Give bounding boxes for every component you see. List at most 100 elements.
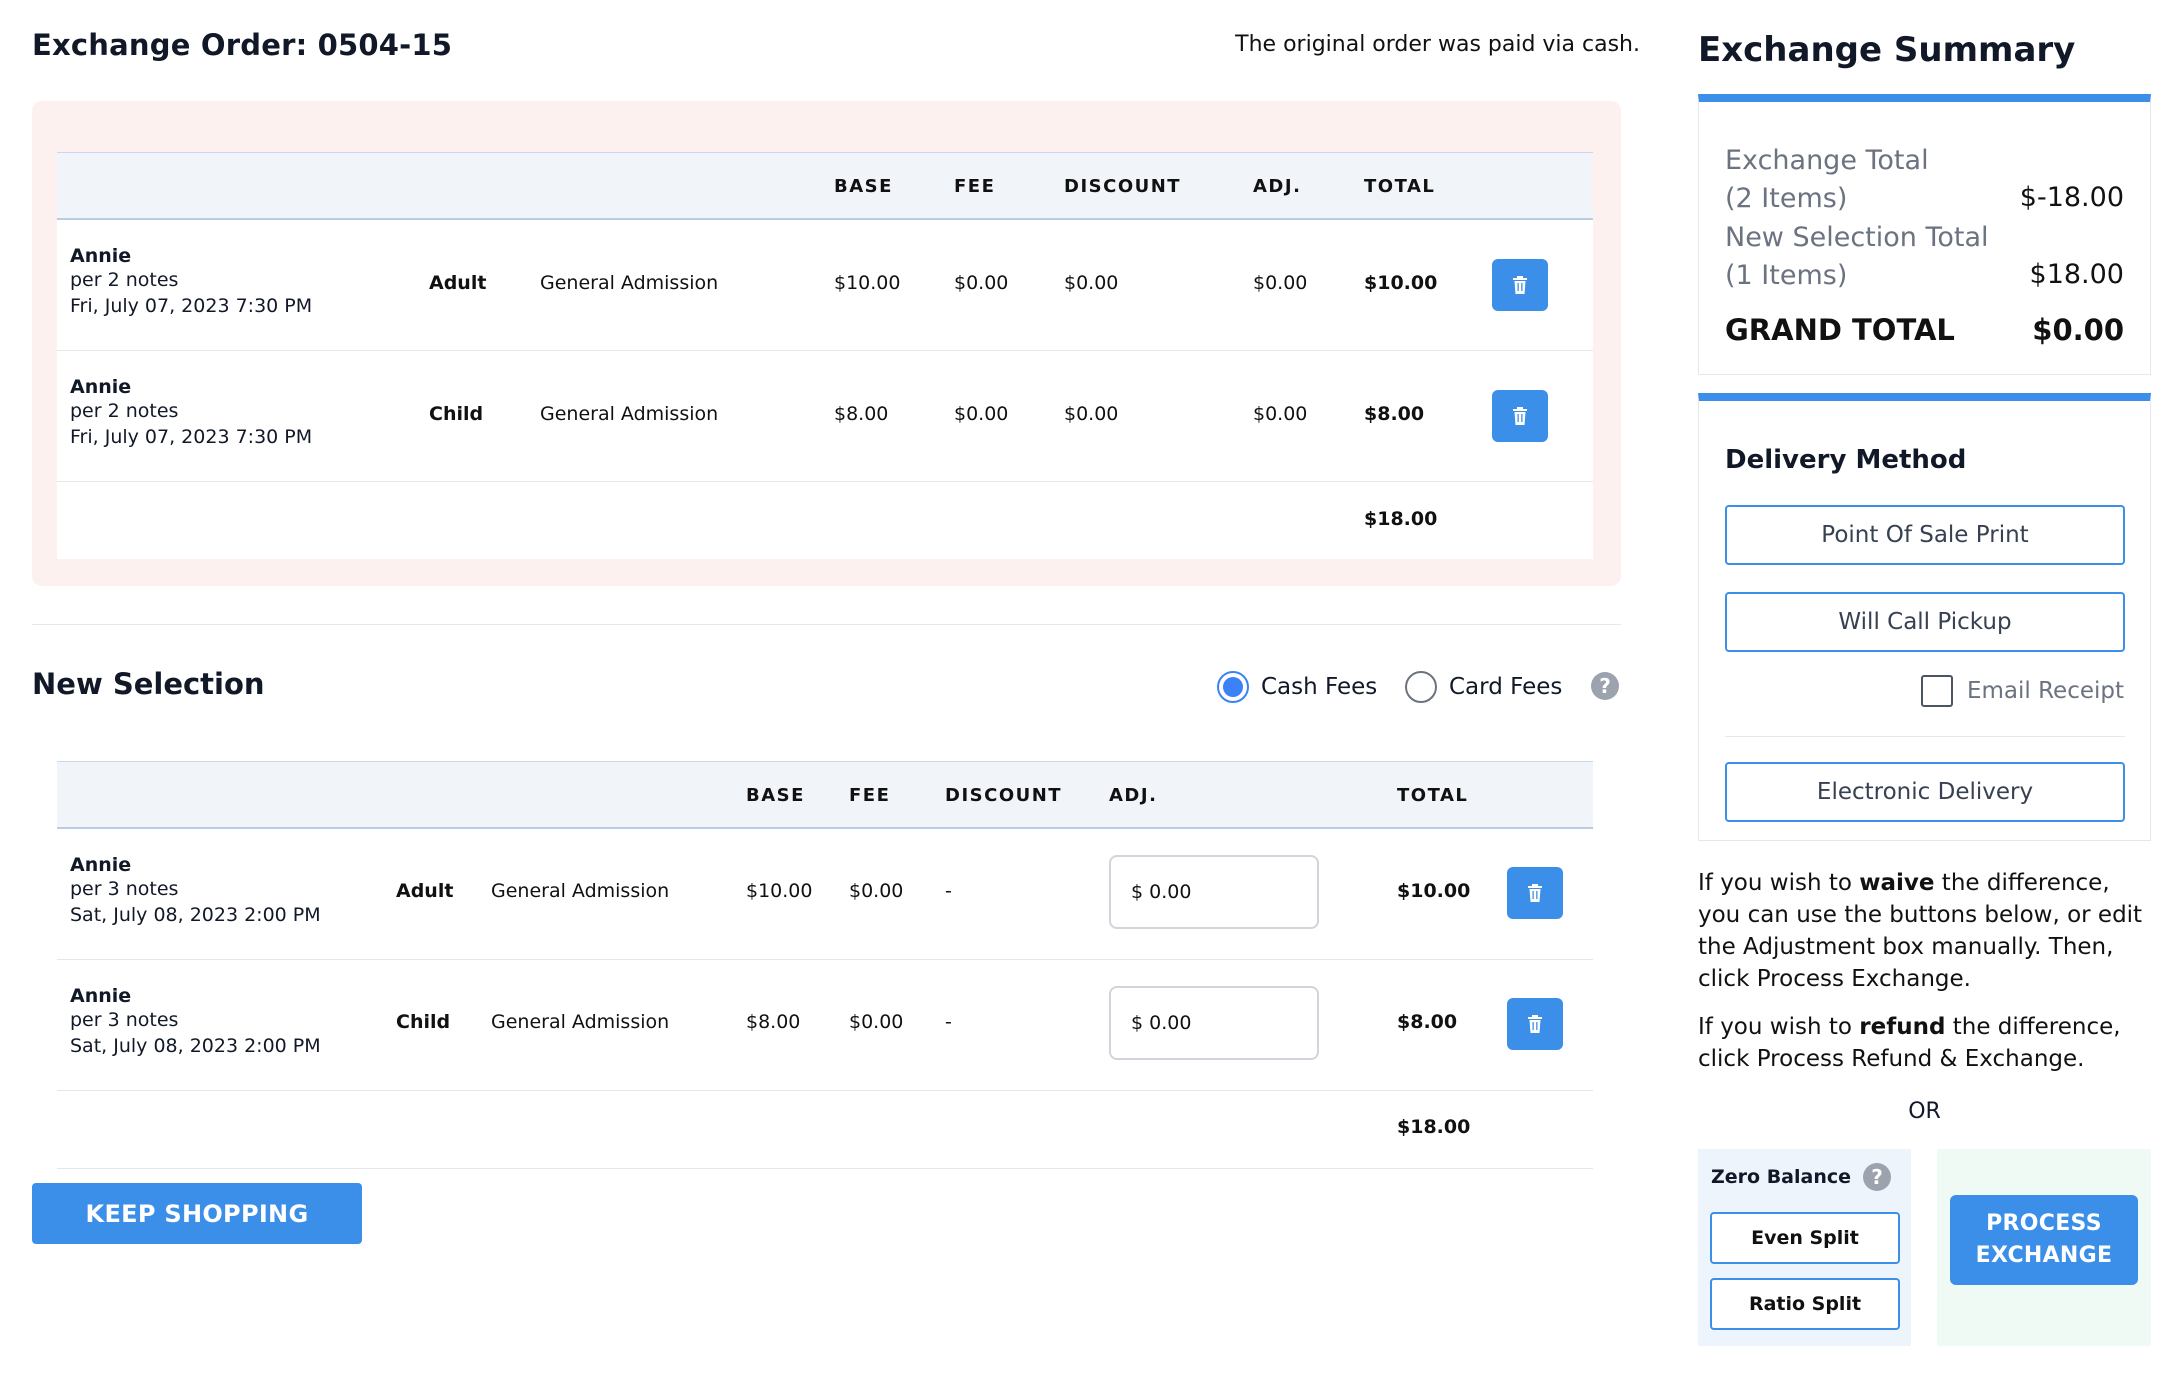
total-value: $10.00 xyxy=(1397,880,1471,902)
trash-icon xyxy=(1528,884,1542,902)
ticket-type: Adult xyxy=(429,272,487,294)
cash-fees-label: Cash Fees xyxy=(1261,674,1378,700)
email-receipt-label: Email Receipt xyxy=(1966,678,2124,704)
new-selection-total-value: $18.00 xyxy=(2029,259,2124,290)
ticket-type: Adult xyxy=(396,880,454,902)
pos-print-button[interactable]: Point Of Sale Print xyxy=(1725,505,2125,565)
section-name: General Admission xyxy=(540,403,719,425)
adjustment-input[interactable]: $ 0.00 xyxy=(1109,855,1319,929)
event-name: Annie xyxy=(70,985,132,1007)
table-row: Annie per 2 notes Fri, July 07, 2023 7:3… xyxy=(57,351,1593,481)
payment-note: The original order was paid via cash. xyxy=(1235,32,1640,57)
checkbox-icon xyxy=(1920,675,1953,707)
event-notes: per 3 notes xyxy=(70,1009,179,1031)
even-split-button[interactable]: Even Split xyxy=(1710,1212,1900,1264)
col-adj: ADJ. xyxy=(1253,176,1302,197)
delete-button[interactable] xyxy=(1507,867,1563,919)
original-sum-total: $18.00 xyxy=(1364,508,1438,530)
original-order-table: BASE FEE DISCOUNT ADJ. TOTAL Annie per 2… xyxy=(57,152,1593,559)
base-value: $10.00 xyxy=(834,272,901,294)
exchange-total-value: $-18.00 xyxy=(2019,182,2124,213)
fee-value: $0.00 xyxy=(849,1011,904,1033)
section-name: General Admission xyxy=(491,1011,670,1033)
will-call-button[interactable]: Will Call Pickup xyxy=(1725,592,2125,652)
email-receipt-checkbox[interactable]: Email Receipt xyxy=(1920,675,2124,707)
fee-value: $0.00 xyxy=(954,272,1009,294)
delete-button[interactable] xyxy=(1507,998,1563,1050)
keep-shopping-button[interactable]: KEEP SHOPPING xyxy=(32,1183,362,1244)
discount-value: - xyxy=(945,1011,952,1033)
new-selection-table: BASE FEE DISCOUNT ADJ. TOTAL Annie per 3… xyxy=(57,761,1593,1169)
summary-card: Exchange Total (2 Items) $-18.00 New Sel… xyxy=(1698,94,2151,375)
event-notes: per 2 notes xyxy=(70,269,179,291)
col-discount: DISCOUNT xyxy=(945,785,1063,806)
new-selection-total-label: New Selection Total (1 Items) xyxy=(1725,222,1989,291)
section-name: General Admission xyxy=(491,880,670,902)
new-sum-total: $18.00 xyxy=(1397,1116,1471,1138)
order-title: Exchange Order: 0504-15 xyxy=(32,28,453,62)
col-base: BASE xyxy=(834,176,893,197)
grand-total-value: $0.00 xyxy=(2032,313,2124,347)
table-header: BASE FEE DISCOUNT ADJ. TOTAL xyxy=(57,152,1593,220)
waive-instructions: If you wish to waive the difference, you… xyxy=(1698,870,2143,992)
delete-button[interactable] xyxy=(1492,259,1548,311)
col-total: TOTAL xyxy=(1364,176,1436,197)
card-fees-radio[interactable]: Card Fees xyxy=(1405,671,1562,703)
trash-icon xyxy=(1513,407,1527,425)
event-name: Annie xyxy=(70,854,132,876)
event-date: Fri, July 07, 2023 7:30 PM xyxy=(70,426,313,448)
refund-instructions: If you wish to refund the difference, cl… xyxy=(1698,1014,2121,1072)
help-icon[interactable]: ? xyxy=(1591,672,1619,700)
discount-value: $0.00 xyxy=(1064,403,1119,425)
delivery-title: Delivery Method xyxy=(1725,445,1967,475)
adjustment-input[interactable]: $ 0.00 xyxy=(1109,986,1319,1060)
event-name: Annie xyxy=(70,376,132,398)
col-fee: FEE xyxy=(849,785,891,806)
table-row: Annie per 2 notes Fri, July 07, 2023 7:3… xyxy=(57,220,1593,350)
total-value: $8.00 xyxy=(1397,1011,1458,1033)
table-row: Annie per 3 notes Sat, July 08, 2023 2:0… xyxy=(57,960,1593,1090)
zero-balance-panel: Zero Balance ? Even Split Ratio Split xyxy=(1698,1149,1911,1346)
new-selection-title: New Selection xyxy=(32,667,265,701)
event-date: Sat, July 08, 2023 2:00 PM xyxy=(70,904,321,926)
table-row: Annie per 3 notes Sat, July 08, 2023 2:0… xyxy=(57,829,1593,959)
event-date: Fri, July 07, 2023 7:30 PM xyxy=(70,295,313,317)
col-total: TOTAL xyxy=(1397,785,1469,806)
fee-value: $0.00 xyxy=(954,403,1009,425)
delete-button[interactable] xyxy=(1492,390,1548,442)
table-header: BASE FEE DISCOUNT ADJ. TOTAL xyxy=(57,761,1593,829)
ticket-type: Child xyxy=(396,1011,451,1033)
cash-fees-radio[interactable]: Cash Fees xyxy=(1217,671,1377,703)
ticket-type: Child xyxy=(429,403,484,425)
adj-value: $0.00 xyxy=(1253,272,1308,294)
process-exchange-button[interactable]: PROCESS EXCHANGE xyxy=(1950,1195,2138,1285)
help-icon[interactable]: ? xyxy=(1863,1163,1892,1191)
zero-balance-label: Zero Balance xyxy=(1711,1166,1852,1188)
section-divider xyxy=(32,624,1621,625)
radio-selected-icon xyxy=(1217,671,1249,703)
trash-icon xyxy=(1528,1015,1542,1033)
or-separator: OR xyxy=(1908,1099,1941,1124)
col-discount: DISCOUNT xyxy=(1064,176,1182,197)
grand-total-label: GRAND TOTAL xyxy=(1725,313,1955,347)
ratio-split-button[interactable]: Ratio Split xyxy=(1710,1278,1900,1330)
delivery-card: Delivery Method Point Of Sale Print Will… xyxy=(1698,393,2151,841)
base-value: $10.00 xyxy=(746,880,813,902)
total-value: $10.00 xyxy=(1364,272,1438,294)
col-fee: FEE xyxy=(954,176,996,197)
total-value: $8.00 xyxy=(1364,403,1425,425)
discount-value: - xyxy=(945,880,952,902)
trash-icon xyxy=(1513,276,1527,294)
adj-value: $0.00 xyxy=(1253,403,1308,425)
base-value: $8.00 xyxy=(746,1011,801,1033)
electronic-delivery-button[interactable]: Electronic Delivery xyxy=(1725,762,2125,822)
event-notes: per 2 notes xyxy=(70,400,179,422)
radio-unselected-icon xyxy=(1405,671,1437,703)
base-value: $8.00 xyxy=(834,403,889,425)
col-base: BASE xyxy=(746,785,805,806)
section-name: General Admission xyxy=(540,272,719,294)
fee-value: $0.00 xyxy=(849,880,904,902)
col-adj: ADJ. xyxy=(1109,785,1158,806)
exchange-total-label: Exchange Total (2 Items) xyxy=(1725,145,1929,214)
event-notes: per 3 notes xyxy=(70,878,179,900)
